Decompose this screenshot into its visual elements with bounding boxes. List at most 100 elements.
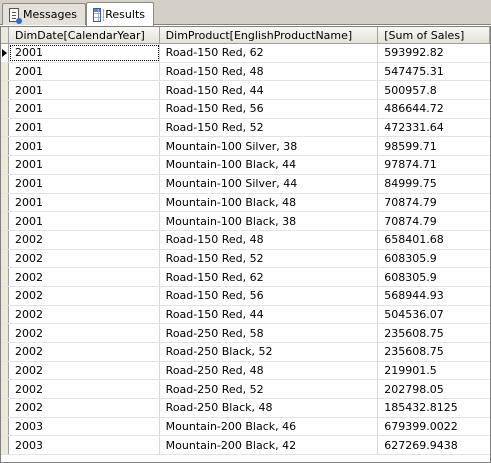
cell-calendar-year[interactable]: 2001	[9, 100, 160, 118]
row-header[interactable]	[1, 62, 9, 81]
table-row[interactable]: 2003 Mountain-200 Black, 46 679399.0022	[1, 417, 490, 437]
row-header[interactable]	[1, 44, 9, 62]
cell-calendar-year[interactable]: 2001	[9, 212, 160, 230]
cell-calendar-year[interactable]: 2002	[9, 305, 160, 324]
row-header[interactable]	[1, 81, 9, 100]
cell-calendar-year[interactable]: 2003	[9, 417, 160, 436]
cell-calendar-year[interactable]: 2002	[9, 268, 160, 286]
cell-product-name[interactable]: Mountain-100 Silver, 44	[160, 174, 379, 193]
cell-sum-of-sales[interactable]: 70874.79	[378, 194, 490, 212]
table-row[interactable]: 2002 Road-250 Red, 48 219901.5	[1, 361, 490, 381]
cell-product-name[interactable]: Road-150 Red, 56	[160, 100, 379, 118]
cell-sum-of-sales[interactable]: 84999.75	[378, 175, 490, 193]
row-header[interactable]	[1, 343, 9, 361]
cell-product-name[interactable]: Road-150 Red, 62	[160, 268, 379, 286]
table-row[interactable]: 2001 Mountain-100 Silver, 44 84999.75	[1, 174, 490, 194]
row-header[interactable]	[1, 118, 9, 137]
table-row[interactable]: 2001 Mountain-100 Silver, 38 98599.71	[1, 137, 490, 157]
cell-sum-of-sales[interactable]: 500957.8	[378, 81, 490, 99]
results-grid[interactable]: DimDate[CalendarYear] DimProduct[English…	[0, 26, 491, 463]
cell-calendar-year[interactable]: 2002	[9, 399, 160, 417]
table-row[interactable]: 2002 Road-150 Red, 52 608305.9	[1, 249, 490, 269]
cell-product-name[interactable]: Road-150 Red, 44	[160, 81, 379, 100]
cell-product-name[interactable]: Road-150 Red, 44	[160, 305, 379, 324]
cell-calendar-year[interactable]: 2002	[9, 230, 160, 249]
table-row[interactable]: 2003 Mountain-200 Black, 42 627269.9438	[1, 436, 490, 456]
row-header[interactable]	[1, 436, 9, 455]
cell-sum-of-sales[interactable]: 568944.93	[378, 287, 490, 305]
table-row[interactable]: 2001 Road-150 Red, 56 486644.72	[1, 100, 490, 119]
cell-calendar-year[interactable]: 2002	[9, 286, 160, 305]
table-row[interactable]: 2002 Road-250 Black, 48 185432.8125	[1, 399, 490, 418]
row-header[interactable]	[1, 249, 9, 268]
cell-product-name[interactable]: Mountain-200 Black, 42	[160, 436, 379, 455]
table-row[interactable]: 2001 Mountain-100 Black, 38 70874.79	[1, 212, 490, 231]
table-row[interactable]: 2002 Road-250 Black, 52 235608.75	[1, 343, 490, 362]
cell-calendar-year[interactable]: 2001	[8, 44, 160, 62]
row-header[interactable]	[1, 324, 9, 342]
table-row[interactable]: 2002 Road-250 Red, 52 202798.05	[1, 380, 490, 400]
cell-product-name[interactable]: Mountain-100 Black, 38	[160, 212, 379, 230]
cell-calendar-year[interactable]: 2002	[9, 380, 160, 399]
row-header[interactable]	[1, 399, 9, 417]
row-header[interactable]	[1, 417, 9, 436]
cell-calendar-year[interactable]: 2001	[9, 174, 160, 193]
cell-calendar-year[interactable]: 2001	[9, 118, 160, 137]
row-header[interactable]	[1, 212, 9, 230]
cell-sum-of-sales[interactable]: 679399.0022	[378, 418, 490, 436]
cell-sum-of-sales[interactable]: 608305.9	[378, 250, 490, 268]
tab-messages[interactable]: Messages	[2, 3, 86, 25]
cell-calendar-year[interactable]: 2001	[9, 137, 160, 156]
cell-product-name[interactable]: Mountain-100 Black, 48	[160, 193, 379, 212]
row-header-corner[interactable]	[1, 27, 9, 43]
cell-sum-of-sales[interactable]: 98599.71	[378, 137, 490, 155]
cell-product-name[interactable]: Road-150 Red, 48	[160, 230, 379, 249]
cell-product-name[interactable]: Road-250 Red, 58	[160, 324, 379, 342]
row-header[interactable]	[1, 380, 9, 399]
cell-sum-of-sales[interactable]: 97874.71	[378, 156, 490, 174]
table-row[interactable]: 2002 Road-150 Red, 48 658401.68	[1, 230, 490, 250]
cell-product-name[interactable]: Road-150 Red, 52	[160, 249, 379, 268]
cell-product-name[interactable]: Mountain-200 Black, 46	[160, 417, 379, 436]
cell-sum-of-sales[interactable]: 202798.05	[378, 380, 490, 398]
column-header-sum-of-sales[interactable]: [Sum of Sales]	[378, 27, 490, 43]
row-header[interactable]	[1, 268, 9, 286]
cell-calendar-year[interactable]: 2001	[9, 156, 160, 174]
cell-product-name[interactable]: Road-250 Black, 48	[160, 399, 379, 417]
cell-sum-of-sales[interactable]: 547475.31	[378, 63, 490, 81]
table-row[interactable]: 2001 Road-150 Red, 52 472331.64	[1, 118, 490, 138]
cell-calendar-year[interactable]: 2001	[9, 81, 160, 100]
table-row[interactable]: 2002 Road-250 Red, 58 235608.75	[1, 324, 490, 343]
row-header[interactable]	[1, 156, 9, 174]
cell-product-name[interactable]: Road-250 Black, 52	[160, 343, 379, 361]
cell-sum-of-sales[interactable]: 504536.07	[378, 306, 490, 324]
cell-calendar-year[interactable]: 2002	[9, 249, 160, 268]
cell-product-name[interactable]: Road-250 Red, 52	[160, 380, 379, 399]
cell-calendar-year[interactable]: 2001	[9, 62, 160, 81]
cell-product-name[interactable]: Road-150 Red, 56	[160, 286, 379, 305]
table-row[interactable]: 2002 Road-150 Red, 56 568944.93	[1, 286, 490, 306]
table-row[interactable]: 2001 Road-150 Red, 62 593992.82	[1, 44, 490, 63]
cell-calendar-year[interactable]: 2003	[9, 436, 160, 455]
cell-product-name[interactable]: Mountain-100 Black, 44	[160, 156, 379, 174]
table-row[interactable]: 2001 Road-150 Red, 44 500957.8	[1, 81, 490, 101]
row-header[interactable]	[1, 193, 9, 212]
row-header[interactable]	[1, 361, 9, 380]
cell-sum-of-sales[interactable]: 608305.9	[378, 268, 490, 286]
cell-calendar-year[interactable]: 2002	[9, 324, 160, 342]
cell-sum-of-sales[interactable]: 185432.8125	[378, 399, 490, 417]
row-header[interactable]	[1, 174, 9, 193]
cell-sum-of-sales[interactable]: 486644.72	[378, 100, 490, 118]
cell-product-name[interactable]: Road-150 Red, 52	[160, 118, 379, 137]
table-row[interactable]: 2002 Road-150 Red, 62 608305.9	[1, 268, 490, 287]
table-row[interactable]: 2002 Road-150 Red, 44 504536.07	[1, 305, 490, 325]
column-header-product-name[interactable]: DimProduct[EnglishProductName]	[159, 27, 379, 43]
table-row[interactable]: 2001 Road-150 Red, 48 547475.31	[1, 62, 490, 82]
cell-sum-of-sales[interactable]: 472331.64	[378, 119, 490, 137]
column-header-calendar-year[interactable]: DimDate[CalendarYear]	[8, 27, 160, 43]
cell-calendar-year[interactable]: 2002	[9, 343, 160, 361]
cell-sum-of-sales[interactable]: 219901.5	[378, 362, 490, 380]
cell-product-name[interactable]: Mountain-100 Silver, 38	[160, 137, 379, 156]
cell-calendar-year[interactable]: 2001	[9, 193, 160, 212]
row-header[interactable]	[1, 286, 9, 305]
